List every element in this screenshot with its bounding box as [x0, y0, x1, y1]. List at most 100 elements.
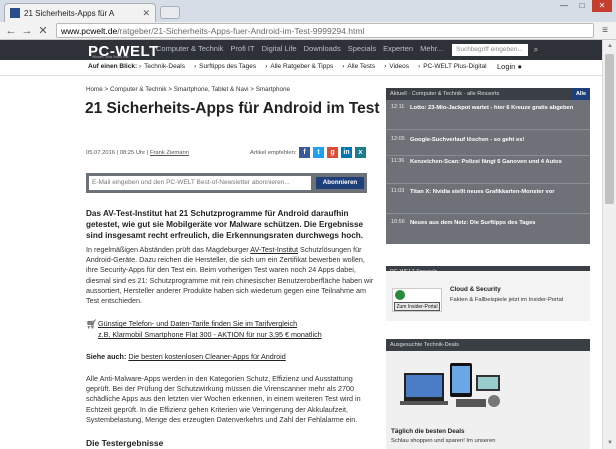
- news-time: 12:11: [391, 104, 405, 110]
- glance-item[interactable]: Surftipps des Tages: [194, 63, 256, 70]
- page-title: 21 Sicherheits-Apps für Android im Test: [85, 100, 380, 117]
- cart-icon: 🛒︎: [86, 319, 98, 329]
- deals-title[interactable]: Täglich die besten Deals: [391, 428, 465, 435]
- see-also-label: Siehe auch:: [86, 352, 127, 361]
- tab-title: 21 Sicherheits-Apps für A: [24, 8, 115, 18]
- glance-item[interactable]: Technik-Deals: [139, 63, 185, 70]
- new-tab-button[interactable]: [160, 6, 180, 19]
- news-title: Kenzeichen-Scan: Polizei fängt 6 Ganoven…: [410, 159, 562, 165]
- twitter-icon[interactable]: t: [313, 147, 324, 158]
- nav-item[interactable]: Computer & Technik: [156, 44, 223, 53]
- glance-item[interactable]: Videos: [384, 63, 409, 70]
- logo-tagline: Wissen. Was Ihnen hilft.: [92, 55, 130, 59]
- news-list: 12:11 Lotto: 23-Mio-Jackpot wartet - hie…: [386, 100, 590, 244]
- nav-item[interactable]: Specials: [348, 44, 376, 53]
- menu-icon[interactable]: ≡: [598, 25, 612, 36]
- google-plus-icon[interactable]: g: [327, 147, 338, 158]
- page-scrollbar[interactable]: ▲ ▼: [602, 40, 616, 449]
- url-path: /ratgeber/21-Sicherheits-Apps-fuer-Andro…: [117, 25, 365, 36]
- share-buttons: f t g in x: [299, 147, 366, 158]
- login-label: Login: [497, 62, 516, 71]
- author-link[interactable]: Frank Ziemann: [150, 150, 189, 156]
- scroll-down-icon[interactable]: ▼: [603, 437, 616, 449]
- insider-logo-icon: [395, 290, 405, 300]
- nav-item[interactable]: Digital Life: [262, 44, 297, 53]
- klarmobil-link[interactable]: z.B. Klarmobil Smartphone Flat 300 - AKT…: [98, 330, 322, 340]
- window-controls: — □ ✕: [556, 0, 612, 12]
- insider-label: Zum Insider-Portal: [394, 302, 440, 311]
- main-nav: Computer & Technik Profi IT Digital Life…: [156, 44, 443, 53]
- news-time: 11:03: [391, 188, 405, 194]
- news-header-label: Aktuell · Computer & Technik · alle Ress…: [390, 91, 500, 97]
- favicon-icon: [10, 8, 20, 18]
- browser-tab[interactable]: 21 Sicherheits-Apps für A ✕: [4, 3, 156, 22]
- xing-icon[interactable]: x: [355, 147, 366, 158]
- specials-title[interactable]: Cloud & Security: [450, 286, 501, 293]
- news-header: Aktuell · Computer & Technik · alle Ress…: [386, 88, 590, 100]
- nav-item[interactable]: Downloads: [304, 44, 341, 53]
- glance-nav: Auf einen Blick: Technik-Deals Surftipps…: [0, 60, 602, 76]
- close-window-icon[interactable]: ✕: [592, 0, 612, 12]
- article-lead: Das AV-Test-Institut hat 21 Schutzprogra…: [86, 209, 364, 240]
- section-heading: Die Testergebnisse: [86, 438, 164, 448]
- newsletter-box: E-Mail eingeben und den PC-WELT Best-of-…: [86, 173, 367, 193]
- news-title: Lotto: 23-Mio-Jackpot wartet - hier 6 Kr…: [410, 105, 574, 111]
- tariff-link[interactable]: Günstige Telefon- und Daten-Tarife finde…: [98, 319, 297, 329]
- back-icon[interactable]: ←: [4, 24, 18, 38]
- news-item[interactable]: 12:11 Lotto: 23-Mio-Jackpot wartet - hie…: [386, 104, 590, 130]
- news-item[interactable]: 11:03 Titan X: Nvidia stellt neues Grafi…: [386, 188, 590, 214]
- url-host: www.pcwelt.de: [61, 25, 118, 36]
- browser-tabstrip: 21 Sicherheits-Apps für A ✕ — □ ✕: [0, 0, 616, 22]
- glance-item[interactable]: Alle Ratgeber & Tipps: [265, 63, 333, 70]
- deals-desc: Schlau shoppen und sparen! Im unseren: [391, 438, 496, 444]
- glance-item[interactable]: PC-WELT Plus-Digital: [418, 63, 486, 70]
- news-item[interactable]: 11:36 Kenzeichen-Scan: Polizei fängt 6 G…: [386, 158, 590, 184]
- search-icon[interactable]: ⌕: [530, 44, 542, 56]
- browser-toolbar: ← → ✕ www.pcwelt.de/ratgeber/21-Sicherhe…: [0, 22, 616, 40]
- login-link[interactable]: Login ●: [497, 62, 522, 71]
- scroll-up-icon[interactable]: ▲: [603, 40, 616, 52]
- linkedin-icon[interactable]: in: [341, 147, 352, 158]
- news-time: 11:36: [391, 158, 405, 164]
- nav-item[interactable]: Profi IT: [230, 44, 254, 53]
- facebook-icon[interactable]: f: [299, 147, 310, 158]
- news-time: 12:05: [391, 136, 405, 142]
- news-item[interactable]: 12:05 Google-Suchverlauf löschen - so ge…: [386, 136, 590, 156]
- glance-label: Auf einen Blick:: [88, 63, 138, 70]
- newsletter-email-input[interactable]: E-Mail eingeben und den PC-WELT Best-of-…: [89, 176, 311, 190]
- glance-item[interactable]: Alle Tests: [342, 63, 375, 70]
- site-search-input[interactable]: Suchbegriff eingeben...: [452, 44, 528, 56]
- insider-portal-badge[interactable]: Zum Insider-Portal: [392, 288, 442, 312]
- paragraph-text: Schutzlösungen für Android-Geräte. Dazu …: [86, 245, 374, 306]
- news-title: Titan X: Nvidia stellt neues Grafikkarte…: [410, 189, 555, 195]
- nav-item[interactable]: Mehr...: [420, 44, 443, 53]
- breadcrumb[interactable]: Home > Computer & Technik > Smartphone, …: [86, 86, 290, 93]
- paragraph-text: In regelmäßigen Abständen prüft das Magd…: [86, 245, 251, 254]
- gadgets-image[interactable]: [398, 355, 508, 411]
- share-label: Artikel empfehlen:: [250, 150, 297, 156]
- minimize-icon[interactable]: —: [556, 0, 572, 12]
- subscribe-button[interactable]: Abonnieren: [316, 177, 364, 189]
- see-also-link[interactable]: Die besten kostenlosen Cleaner-Apps für …: [128, 352, 285, 361]
- stop-icon[interactable]: ✕: [36, 24, 50, 38]
- maximize-icon[interactable]: □: [574, 0, 590, 12]
- article-paragraph: Alle Anti-Malware-Apps werden in den Kat…: [86, 374, 361, 424]
- user-icon: ●: [517, 62, 522, 71]
- article-meta: 05.07.2016 | 08:25 Uhr | Frank Ziemann: [86, 150, 189, 156]
- specials-desc: Fakten & Fallbeispiele jetzt im Insider-…: [450, 297, 564, 303]
- av-test-link[interactable]: AV-Test-Institut: [250, 245, 298, 254]
- news-title: Neues aus dem Netz: Die Surftipps des Ta…: [410, 220, 536, 226]
- article-paragraph: In regelmäßigen Abständen prüft das Magd…: [86, 245, 378, 306]
- forward-icon[interactable]: →: [20, 24, 34, 38]
- see-also: Siehe auch: Die besten kostenlosen Clean…: [86, 352, 286, 361]
- news-time: 10:56: [391, 219, 405, 225]
- scrollbar-thumb[interactable]: [605, 54, 614, 204]
- close-tab-icon[interactable]: ✕: [142, 8, 150, 19]
- address-bar[interactable]: www.pcwelt.de/ratgeber/21-Sicherheits-Ap…: [56, 23, 594, 38]
- deals-header: Ausgesuchte Technik-Deals: [386, 339, 590, 351]
- nav-item[interactable]: Experten: [383, 44, 413, 53]
- news-title: Google-Suchverlauf löschen - so geht es!: [410, 137, 525, 143]
- news-item[interactable]: 10:56 Neues aus dem Netz: Die Surftipps …: [386, 219, 590, 244]
- news-all-button[interactable]: Alle: [572, 88, 590, 100]
- article-date: 05.07.2016 | 08:25 Uhr |: [86, 150, 149, 156]
